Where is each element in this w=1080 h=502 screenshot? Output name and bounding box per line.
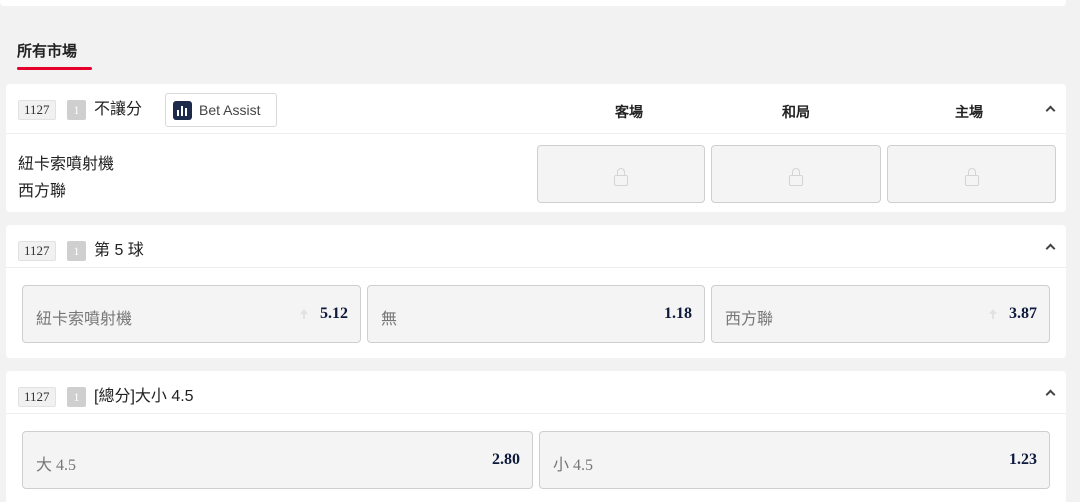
- market-name: [總分]大小 4.5: [94, 388, 194, 405]
- selection-label: 小 4.5: [553, 457, 594, 474]
- chevron-up-icon[interactable]: [1042, 101, 1058, 117]
- locked-odds-away: [537, 145, 705, 203]
- odds-button[interactable]: 西方聯 3.87: [711, 285, 1050, 343]
- odds-value: 3.87: [1009, 305, 1037, 322]
- selection-label: 紐卡索噴射機: [36, 311, 133, 328]
- locked-odds-home: [887, 145, 1056, 203]
- match-id-badge: 1127: [18, 241, 56, 261]
- lock-icon: [613, 168, 629, 186]
- team-name-away: 紐卡索噴射機: [18, 156, 115, 173]
- market-card-fifth-goal: 1127 1 第 5 球 紐卡索噴射機 5.12 無 1.18 西方聯 3.87: [6, 225, 1066, 358]
- match-id-badge: 1127: [18, 387, 56, 407]
- odds-value: 2.80: [492, 451, 520, 468]
- arrow-up-icon: [300, 309, 308, 319]
- lock-icon: [964, 168, 980, 186]
- odds-button[interactable]: 大 4.5 2.80: [22, 431, 533, 489]
- column-header-draw: 和局: [782, 104, 810, 120]
- lock-icon: [788, 168, 804, 186]
- selection-label: 西方聯: [725, 311, 774, 328]
- market-name: 不讓分: [94, 101, 143, 118]
- bet-assist-button[interactable]: Bet Assist: [165, 93, 277, 127]
- odds-value: 1.18: [664, 305, 692, 322]
- bet-assist-label: Bet Assist: [199, 102, 261, 118]
- chevron-up-icon[interactable]: [1042, 385, 1058, 401]
- odds-button[interactable]: 紐卡索噴射機 5.12: [22, 285, 361, 343]
- odds-value: 1.23: [1009, 451, 1037, 468]
- column-header-away: 客場: [615, 104, 643, 120]
- chevron-up-icon[interactable]: [1042, 239, 1058, 255]
- market-header[interactable]: 1127 1 第 5 球: [6, 225, 1066, 268]
- arrow-up-icon: [989, 309, 997, 319]
- team-name-home: 西方聯: [18, 183, 67, 200]
- market-name: 第 5 球: [94, 242, 144, 259]
- market-card-moneyline: 1127 1 不讓分 Bet Assist 客場 和局 主場 紐卡索噴射機 西方…: [6, 84, 1066, 212]
- market-header[interactable]: 1127 1 [總分]大小 4.5: [6, 371, 1066, 414]
- section-title[interactable]: 所有市場: [17, 40, 77, 61]
- top-strip: [0, 0, 1066, 6]
- odds-button[interactable]: 無 1.18: [367, 285, 705, 343]
- period-badge: 1: [67, 100, 86, 120]
- section-title-underline: [17, 67, 92, 70]
- odds-value: 5.12: [320, 305, 348, 322]
- match-id-badge: 1127: [18, 100, 56, 120]
- period-badge: 1: [67, 387, 86, 407]
- odds-button[interactable]: 小 4.5 1.23: [539, 431, 1050, 489]
- market-card-total-goals: 1127 1 [總分]大小 4.5 大 4.5 2.80 小 4.5 1.23: [6, 371, 1066, 502]
- selection-label: 無: [381, 311, 398, 328]
- market-header[interactable]: 1127 1 不讓分 Bet Assist 客場 和局 主場: [6, 84, 1066, 134]
- bar-chart-icon: [173, 101, 192, 120]
- column-header-home: 主場: [955, 104, 983, 120]
- period-badge: 1: [67, 241, 86, 261]
- selection-label: 大 4.5: [36, 457, 77, 474]
- locked-odds-draw: [711, 145, 881, 203]
